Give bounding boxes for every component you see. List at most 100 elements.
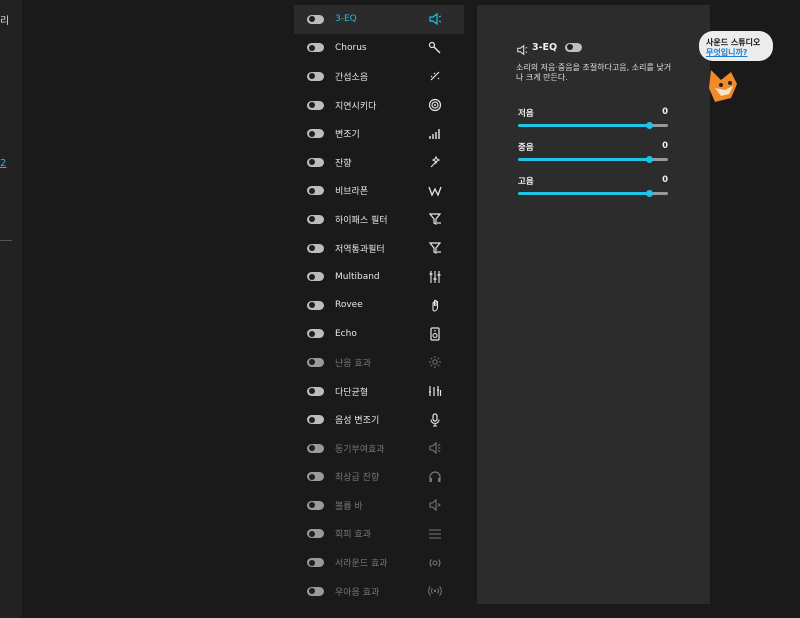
slider-value: 0	[662, 107, 668, 117]
panel-title: 3-EQ	[532, 41, 558, 53]
help-bubble[interactable]: 사운드 스튜디오 무엇입니까?	[699, 31, 773, 61]
effect-label: 볼륨 바	[335, 501, 363, 512]
effect-label: 서라운드 효과	[335, 559, 388, 570]
effect-row[interactable]: 저역통과필터	[294, 234, 464, 263]
effect-label: Multiband	[335, 271, 380, 282]
slider-thumb[interactable]	[645, 156, 653, 163]
effect-row[interactable]: 간섭소음	[294, 62, 464, 91]
mixer-icon	[428, 270, 442, 284]
effect-row[interactable]: Echo	[294, 320, 464, 349]
effect-toggle[interactable]	[307, 357, 324, 367]
effect-toggle[interactable]	[307, 100, 324, 110]
effect-toggle[interactable]	[307, 71, 324, 81]
slider-thumb[interactable]	[645, 122, 653, 129]
sidebar-link[interactable]: 2	[0, 158, 6, 169]
speaker-waves-icon	[428, 441, 442, 455]
effect-row[interactable]: 음성 변조기	[294, 405, 464, 434]
effect-toggle[interactable]	[307, 529, 324, 539]
effect-toggle[interactable]	[307, 472, 324, 482]
effect-toggle[interactable]	[307, 272, 324, 282]
panel-toggle[interactable]	[565, 42, 583, 52]
magic-icon	[428, 155, 442, 169]
effect-toggle[interactable]	[307, 157, 324, 167]
lines-icon	[428, 527, 442, 541]
speaker-icon	[428, 12, 442, 26]
effect-list: 3-EQ Chorus 간섭소음지연시키다변조기잔향비브라폰하이패스 필터 저역통과필…	[294, 5, 464, 605]
funnel-icon	[428, 241, 442, 255]
effect-row[interactable]: Chorus	[294, 34, 464, 63]
microphone-icon	[428, 413, 442, 427]
headphones-icon	[428, 470, 442, 484]
effect-row[interactable]: 난음 효과	[294, 348, 464, 377]
effect-toggle[interactable]	[307, 243, 324, 253]
effect-detail-panel: 3-EQ 소리의 저음·중음을 조절하다고음, 소리를 낮거나 크게 만든다. …	[477, 5, 710, 604]
slider-value: 0	[662, 141, 668, 151]
effect-row[interactable]: Multiband	[294, 262, 464, 291]
effect-label: 지연시키다	[335, 101, 377, 112]
effect-row[interactable]: Rovee	[294, 291, 464, 320]
slider-track[interactable]	[518, 190, 668, 197]
effect-toggle[interactable]	[307, 415, 324, 425]
slider-value: 0	[662, 175, 668, 185]
effect-row[interactable]: 변조기	[294, 119, 464, 148]
sidebar-text: 리	[0, 16, 10, 27]
effect-row[interactable]: 3-EQ	[294, 5, 464, 34]
effect-row[interactable]: 지연시키다	[294, 91, 464, 120]
slider-track[interactable]	[518, 156, 668, 163]
sun-icon	[428, 355, 442, 369]
funnel-icon	[428, 212, 442, 226]
effect-row[interactable]: 다단균형	[294, 377, 464, 406]
effect-toggle[interactable]	[307, 214, 324, 224]
effect-toggle[interactable]	[307, 386, 324, 396]
slider-track[interactable]	[518, 122, 668, 129]
spiral-icon	[428, 98, 442, 112]
sidebar-divider	[0, 240, 12, 241]
w-icon	[428, 184, 442, 198]
effect-row[interactable]: 우아음 효과	[294, 577, 464, 606]
effect-label: 회피 효과	[335, 530, 371, 541]
slider-label: 중음	[518, 143, 534, 153]
effect-toggle[interactable]	[307, 586, 324, 596]
effect-label: 변조기	[335, 130, 360, 141]
speaker-box-icon	[428, 327, 442, 341]
effect-row[interactable]: 잔향	[294, 148, 464, 177]
effect-label: 동기부여효과	[335, 444, 385, 455]
effect-label: Chorus	[335, 42, 367, 53]
effect-label: Rovee	[335, 300, 363, 311]
broadcast-icon	[428, 584, 442, 598]
effect-row[interactable]: 회피 효과	[294, 520, 464, 549]
effect-toggle[interactable]	[307, 43, 324, 53]
effect-row[interactable]: 하이패스 필터	[294, 205, 464, 234]
effect-toggle[interactable]	[307, 14, 324, 24]
effect-label: 비브라폰	[335, 187, 369, 198]
effect-toggle[interactable]	[307, 300, 324, 310]
slider-thumb[interactable]	[645, 190, 653, 197]
bubble-link[interactable]: 무엇입니까?	[706, 47, 747, 58]
effect-row[interactable]: 비브라폰	[294, 177, 464, 206]
effect-label: 최상급 잔향	[335, 473, 380, 484]
effect-label: 난음 효과	[335, 358, 371, 369]
effect-row[interactable]: 동기부여효과	[294, 434, 464, 463]
effect-toggle[interactable]	[307, 443, 324, 453]
effect-label: 우아음 효과	[335, 587, 380, 598]
surround-icon	[428, 556, 442, 570]
effect-row[interactable]: 서라운드 효과	[294, 548, 464, 577]
effect-row[interactable]: 볼륨 바	[294, 491, 464, 520]
effect-toggle[interactable]	[307, 129, 324, 139]
effect-toggle[interactable]	[307, 500, 324, 510]
fox-mascot-icon[interactable]	[707, 66, 743, 104]
effect-toggle[interactable]	[307, 558, 324, 568]
effect-label: 간섭소음	[335, 72, 369, 83]
effect-label: 3-EQ	[335, 14, 357, 25]
slider-label: 저음	[518, 109, 534, 119]
panel-description: 소리의 저음·중음을 조절하다고음, 소리를 낮거나 크게 만든다.	[516, 63, 672, 82]
effect-row[interactable]: 최상급 잔향	[294, 463, 464, 492]
effect-toggle[interactable]	[307, 186, 324, 196]
hand-icon	[428, 298, 442, 312]
effect-label: 다단균형	[335, 387, 369, 398]
volume-icon	[428, 498, 442, 512]
effect-label: 음성 변조기	[335, 416, 380, 427]
wand-icon	[428, 41, 442, 55]
effect-label: Echo	[335, 328, 357, 339]
effect-toggle[interactable]	[307, 329, 324, 339]
